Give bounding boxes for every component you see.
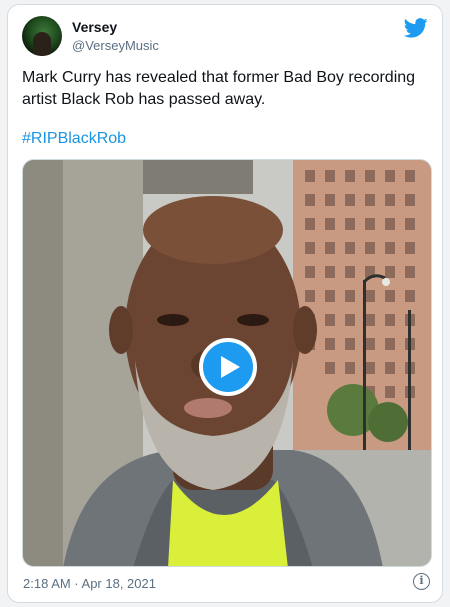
info-icon[interactable]: i (413, 573, 430, 590)
avatar[interactable] (22, 16, 62, 56)
twitter-bird-icon[interactable] (404, 18, 428, 38)
play-icon (221, 356, 240, 378)
tweet-card[interactable]: Versey @VerseyMusic Mark Curry has revea… (7, 4, 443, 603)
tweet-text: Mark Curry has revealed that former Bad … (22, 69, 416, 108)
tweet-header: Versey @VerseyMusic (22, 16, 430, 58)
author-name[interactable]: Versey (72, 19, 117, 35)
tweet-timestamp[interactable]: 2:18 AM · Apr 18, 2021 (23, 576, 156, 591)
video-player[interactable] (22, 159, 432, 567)
hashtag-link[interactable]: #RIPBlackRob (22, 130, 126, 148)
author-handle[interactable]: @VerseyMusic (72, 38, 159, 53)
play-button[interactable] (199, 338, 257, 396)
